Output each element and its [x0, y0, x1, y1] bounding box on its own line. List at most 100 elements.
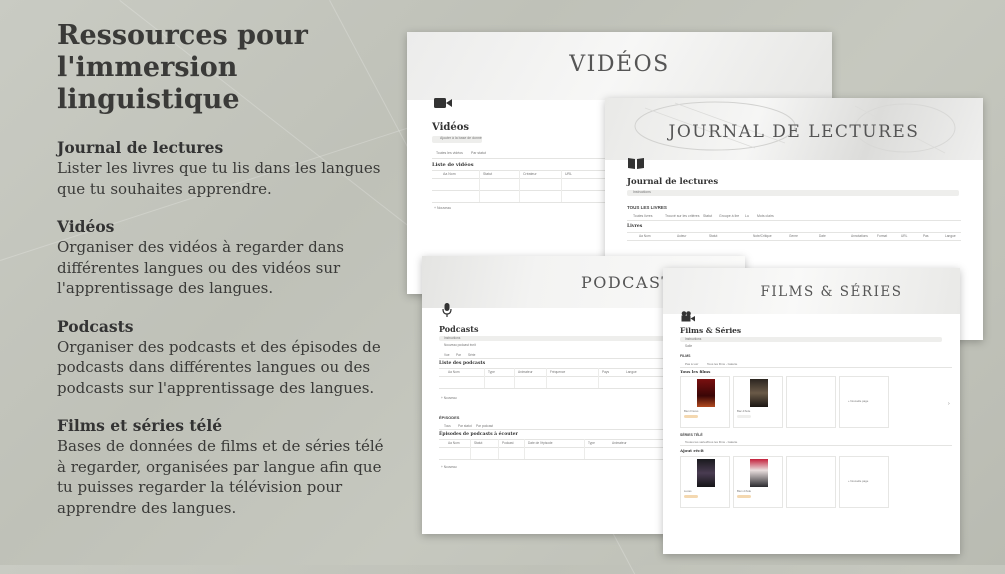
gallery-scroll-arrow[interactable]: ›	[948, 401, 950, 407]
intro-column: Ressources pour l'immersion linguistique…	[57, 20, 387, 536]
col-header: Date	[819, 234, 826, 238]
new-page-card[interactable]: + Nouvelle page	[839, 376, 889, 428]
new-page-label: + Nouvelle page	[848, 479, 869, 483]
films-screenshot: FILMS & SÉRIES Films & Séries Instructio…	[663, 268, 960, 554]
col-header: Statut	[483, 172, 493, 176]
section-heading: Vidéos	[57, 217, 115, 236]
podcasts-heading: Podcasts	[439, 324, 479, 334]
instructions-label: Instructions	[633, 190, 651, 194]
tab-criteria[interactable]: Trouvé sur les critères	[665, 214, 700, 218]
journal-banner: JOURNAL DE LECTURES	[605, 98, 983, 160]
film-card-title: Bac d'Aide	[737, 409, 751, 413]
new-row-button[interactable]: + Nouveau	[441, 396, 457, 400]
video-list-title: Liste de vidéos	[432, 162, 474, 168]
series-gallery-title: Ajout récit	[680, 448, 704, 453]
table-col-rule	[514, 368, 515, 388]
section-description: Lister les livres que tu lis dans les la…	[57, 159, 381, 198]
section-films: Films et séries télé Bases de données de…	[57, 416, 387, 518]
table-row-rule	[627, 240, 961, 241]
title-line: l'immersion	[57, 52, 238, 83]
films-gallery-title: Tous les films	[680, 369, 711, 374]
tab-all-films-gallery[interactable]: Tous les films - Galerie	[707, 362, 737, 366]
tab-series[interactable]: Série	[468, 353, 475, 357]
tab-by-status[interactable]: Par statut	[471, 151, 486, 155]
film-card[interactable]: Bac d'Aide	[733, 376, 783, 428]
tab-by[interactable]: Par	[456, 353, 461, 357]
film-poster	[697, 379, 715, 407]
col-header: Aa Nom	[639, 234, 651, 238]
tab-to-read[interactable]: Groupe à lire	[719, 214, 739, 218]
series-card[interactable]: Bien d'Aide	[733, 456, 783, 508]
book-icon	[628, 154, 644, 173]
col-header: Langue	[945, 234, 956, 238]
table-col-rule	[498, 439, 499, 459]
table-col-rule	[524, 439, 525, 459]
film-poster	[750, 379, 768, 407]
col-header: Statut	[709, 234, 718, 238]
new-podcast-button[interactable]: Nouveau podcast écrit	[444, 343, 476, 347]
film-card[interactable]: Bien Frères	[680, 376, 730, 428]
col-header: Type	[488, 370, 495, 374]
section-heading: Podcasts	[57, 316, 134, 336]
films-section: FILMS	[680, 354, 691, 358]
table-col-rule	[546, 368, 547, 388]
tab-to-watch[interactable]: Pas à voir	[685, 362, 698, 366]
tab-episodes-podcast[interactable]: Par podcast	[476, 424, 493, 428]
col-header: URL	[565, 172, 573, 176]
series-card[interactable]: Lucas	[680, 456, 730, 508]
tab-episodes-status[interactable]: Par statut	[458, 424, 472, 428]
tab-all-books[interactable]: Toutes livres	[633, 214, 652, 218]
col-header: Animateur	[612, 441, 627, 445]
videos-heading: Vidéos	[432, 122, 470, 133]
section-description: Organiser des podcasts et des épisodes d…	[57, 337, 381, 397]
col-header: Créateur	[523, 172, 537, 176]
film-camera-icon	[681, 307, 695, 326]
table-col-rule	[479, 170, 480, 202]
videos-banner-title: VIDÉOS	[569, 52, 670, 77]
col-header: Aa Nom	[443, 172, 456, 176]
tab-read[interactable]: Lu	[745, 214, 749, 218]
new-page-card[interactable]: + Nouvelle page	[839, 456, 889, 508]
tab-all-videos[interactable]: Toutes les vidéos	[436, 151, 463, 155]
books-list-title: Livres	[627, 224, 643, 229]
col-header: Aa Nom	[448, 441, 460, 445]
title-line: Ressources pour	[57, 20, 308, 51]
instructions-toggle[interactable]	[627, 190, 959, 196]
add-database-label: Ajouter à la base de donné	[440, 136, 482, 140]
all-books-section: TOUS LES LIVRES	[627, 205, 667, 210]
section-description: Organiser des vidéos à regarder dans dif…	[57, 238, 344, 297]
section-description: Bases de données de films et de séries t…	[57, 437, 384, 517]
table-header-rule	[627, 232, 961, 233]
tab-all-series[interactable]: Toutes les séries	[685, 440, 707, 444]
tab-all-episodes[interactable]: Tous	[444, 424, 451, 428]
col-header: Pas	[923, 234, 929, 238]
tabs-divider	[680, 367, 952, 368]
col-header: Genre	[789, 234, 798, 238]
tab-series-gallery[interactable]: Tous les films - Galerie	[707, 440, 737, 444]
instructions-toggle[interactable]	[680, 337, 942, 342]
films-banner-title: FILMS & SÉRIES	[760, 284, 903, 300]
new-row-button[interactable]: + Nouveau	[434, 206, 451, 210]
podcast-list-title: Liste des podcasts	[439, 361, 486, 366]
tab-view[interactable]: Vue	[444, 353, 450, 357]
tabs-divider	[680, 445, 952, 446]
series-card-empty[interactable]	[786, 456, 836, 508]
col-header: Statut	[474, 441, 483, 445]
new-page-label: + Nouvelle page	[848, 399, 869, 403]
instructions-label: Instructions	[685, 337, 702, 341]
col-header: Aa Nom	[448, 370, 460, 374]
col-header: Animateur	[518, 370, 533, 374]
video-camera-icon	[434, 94, 452, 113]
series-poster	[750, 459, 768, 487]
tab-words[interactable]: Mots clairs	[757, 214, 774, 218]
section-heading: Films et séries télé	[57, 416, 223, 435]
col-header: Fréquence	[550, 370, 566, 374]
col-header: Date de l'épisode	[528, 441, 553, 445]
film-card-empty[interactable]	[786, 376, 836, 428]
new-row-button[interactable]: + Nouveau	[441, 465, 457, 469]
salle-link[interactable]: Salle	[685, 344, 692, 348]
films-heading: Films & Séries	[680, 326, 742, 335]
films-banner: FILMS & SÉRIES	[663, 268, 960, 314]
tab-status[interactable]: Statut	[703, 214, 712, 218]
film-card-title: Bien Frères	[684, 409, 699, 413]
